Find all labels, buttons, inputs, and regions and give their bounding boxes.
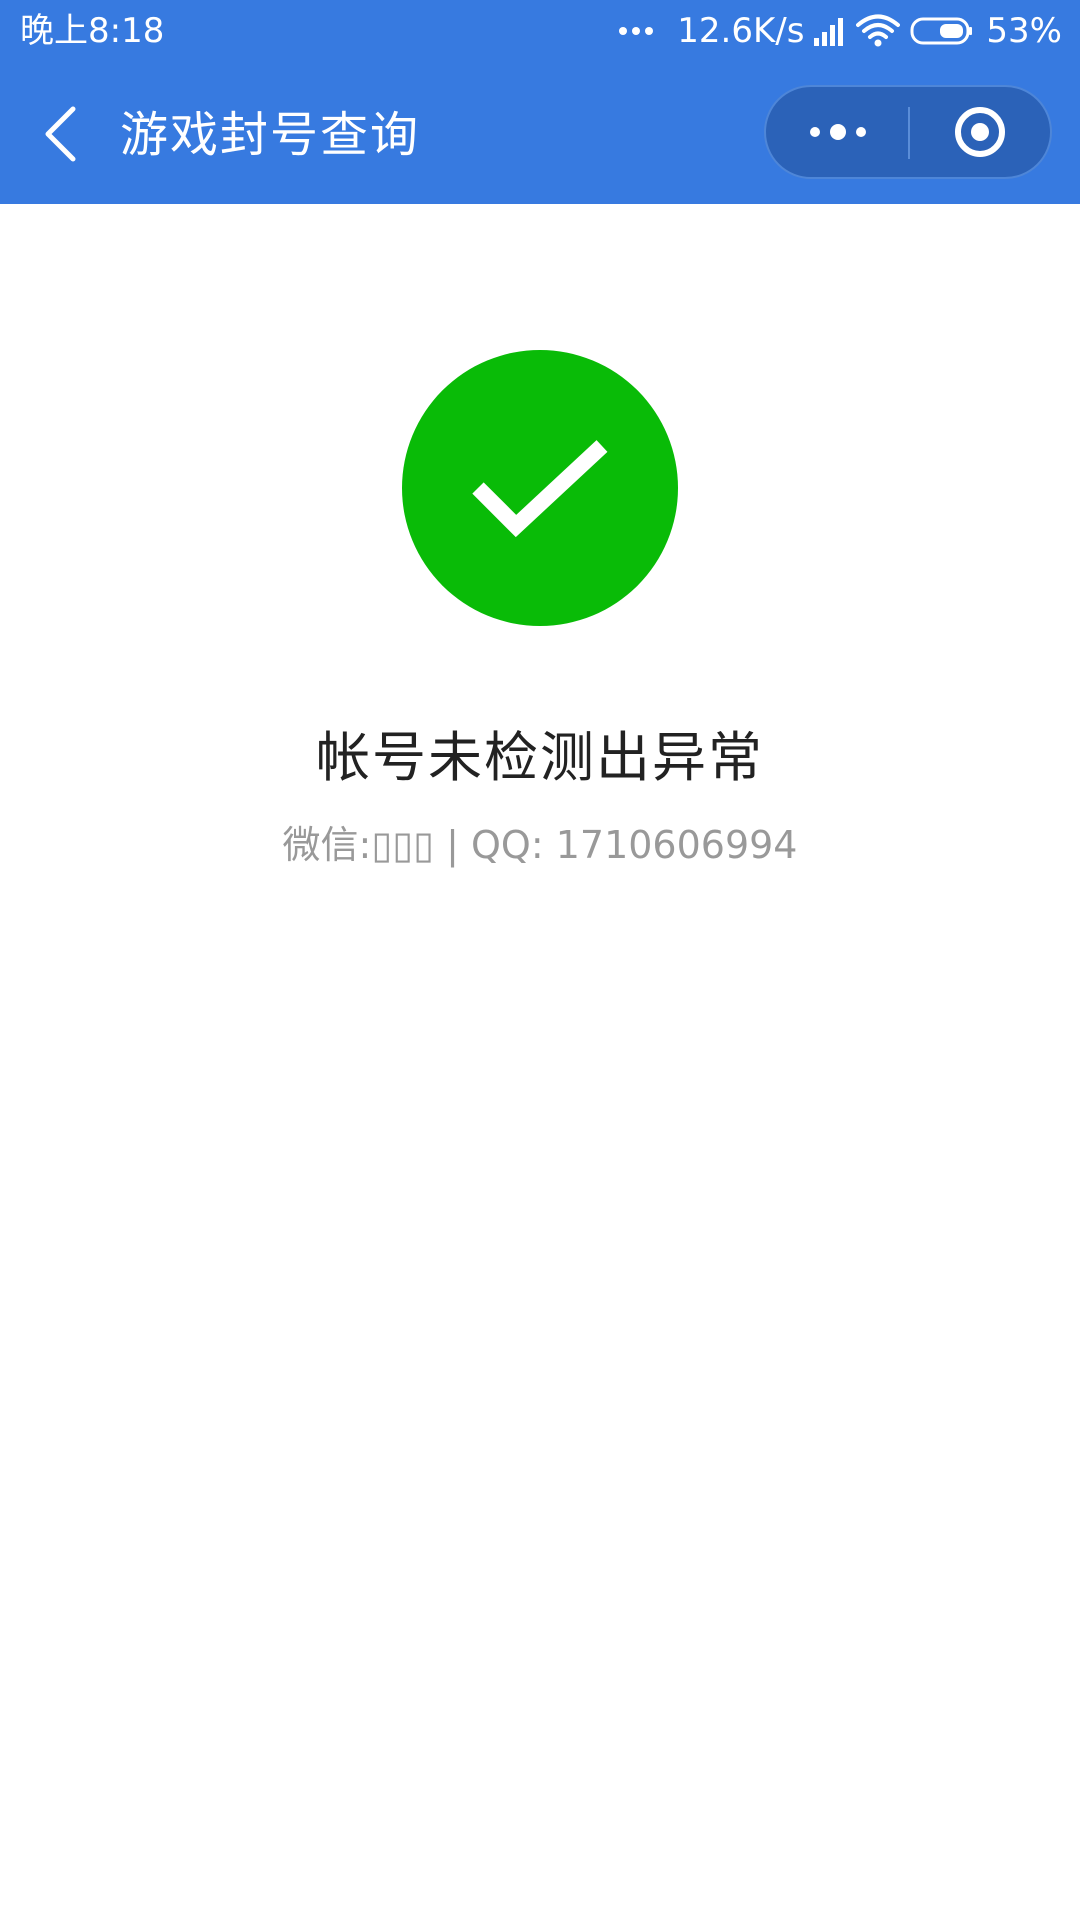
result-title: 帐号未检测出异常	[316, 726, 764, 789]
more-dots-icon	[615, 8, 657, 54]
signal-icon	[814, 16, 846, 46]
menu-capsule	[764, 85, 1052, 179]
back-button[interactable]	[30, 96, 90, 172]
network-speed: 12.6K/s	[677, 11, 805, 51]
check-icon	[472, 440, 608, 538]
page-title: 游戏封号查询	[120, 107, 421, 163]
wifi-icon	[856, 14, 901, 48]
battery-percent: 53%	[986, 11, 1062, 51]
close-target-icon	[955, 107, 1005, 157]
header-bar: 晚上8:18 12.6K/s 53% 游戏封号查询	[0, 0, 1080, 204]
status-right-group: 12.6K/s 53%	[615, 8, 1062, 54]
close-button[interactable]	[910, 87, 1050, 177]
success-icon	[402, 350, 678, 626]
status-time: 晚上8:18	[20, 11, 165, 51]
more-button[interactable]	[766, 87, 909, 177]
chevron-left-icon	[45, 106, 76, 162]
contact-info: 微信:▯▯▯ | QQ: 1710606994	[282, 823, 798, 867]
status-bar: 晚上8:18 12.6K/s 53%	[0, 0, 1080, 64]
nav-bar: 游戏封号查询	[0, 64, 1080, 204]
battery-icon	[910, 16, 974, 46]
more-dots-icon	[809, 124, 866, 140]
